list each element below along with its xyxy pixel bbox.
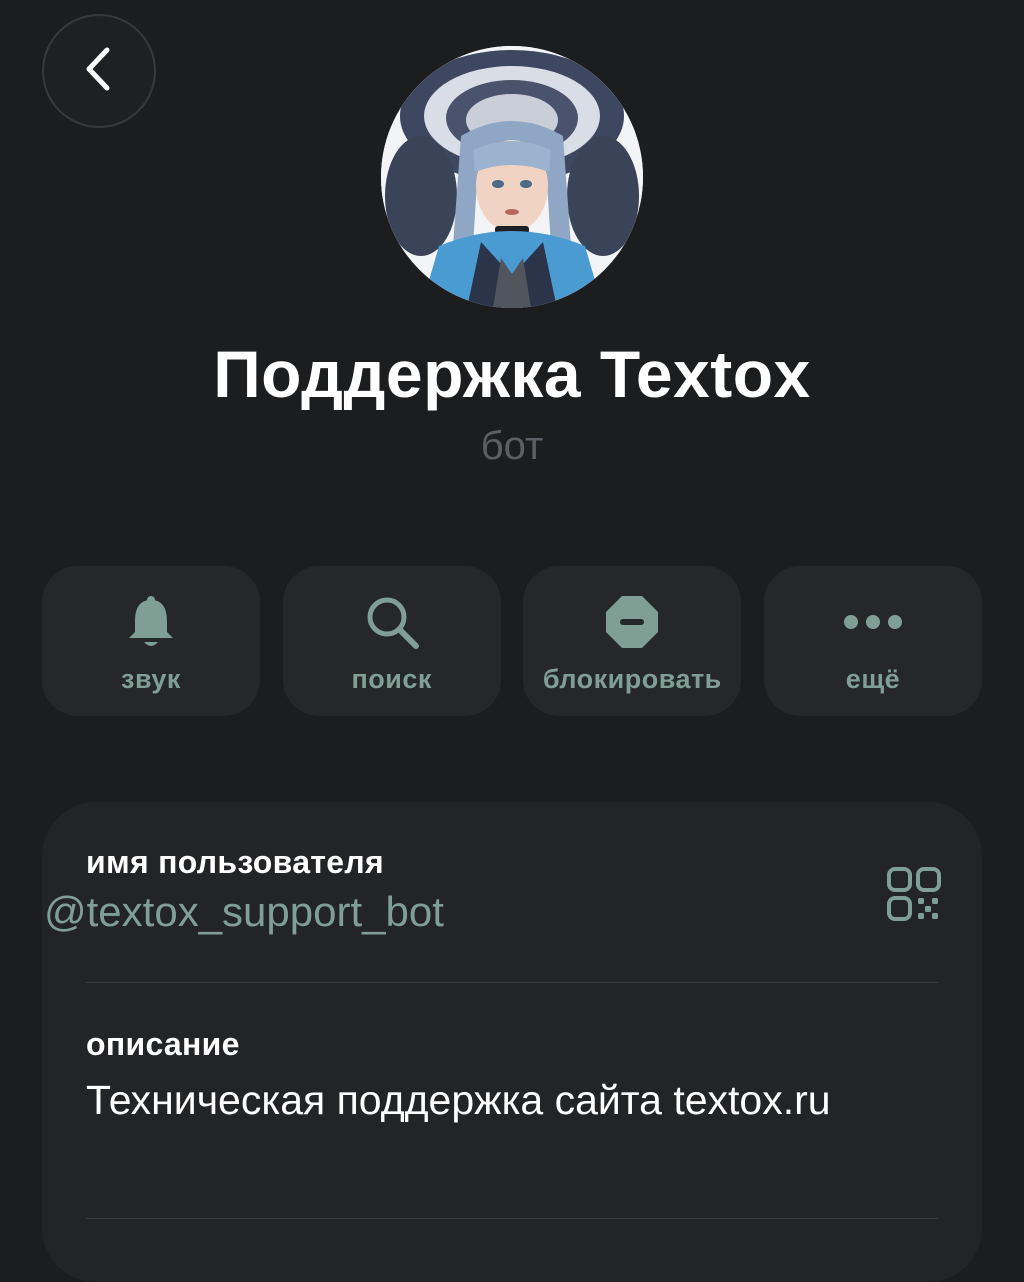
chevron-left-icon [79, 44, 119, 99]
block-button[interactable]: блокировать [523, 566, 742, 716]
avatar[interactable] [381, 46, 643, 308]
more-label: ещё [845, 664, 901, 694]
info-divider-bottom [86, 1218, 938, 1219]
profile-subtitle: бот [480, 424, 544, 468]
sound-button[interactable]: звук [42, 566, 260, 716]
info-divider [86, 982, 938, 983]
back-button[interactable] [42, 14, 156, 128]
more-dots-icon [843, 594, 903, 650]
block-label: блокировать [542, 664, 722, 694]
block-icon [602, 594, 662, 650]
qr-code-icon[interactable] [886, 866, 942, 922]
search-button[interactable]: поиск [282, 566, 501, 716]
username-link[interactable]: @textox_support_bot [44, 888, 444, 936]
action-bar: звук поиск блокировать ещё [42, 566, 982, 716]
description-label: описание [86, 1026, 240, 1062]
bell-icon [121, 594, 181, 650]
username-label: имя пользователя [86, 844, 384, 880]
profile-name: Поддержка Textox [213, 337, 811, 411]
search-icon [362, 594, 422, 650]
description-text: Техническая поддержка сайта textox.ru [86, 1077, 831, 1123]
search-label: поиск [351, 664, 432, 694]
sound-label: звук [121, 664, 181, 694]
more-button[interactable]: ещё [763, 566, 982, 716]
